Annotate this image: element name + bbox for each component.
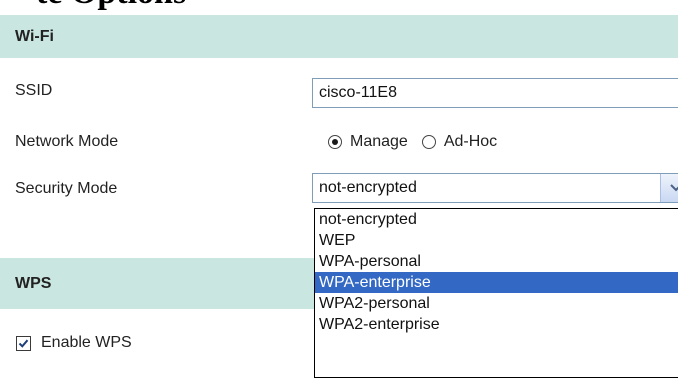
- enable-wps-label: Enable WPS: [41, 334, 132, 351]
- security-mode-select[interactable]: not-encrypted: [312, 173, 678, 203]
- network-mode-radio-group: Manage Ad-Hoc: [328, 130, 511, 154]
- manage-radio-label: Manage: [350, 133, 408, 150]
- chevron-down-icon[interactable]: [660, 174, 678, 202]
- security-mode-label: Security Mode: [15, 180, 118, 197]
- security-mode-selected-value: not-encrypted: [319, 179, 417, 196]
- wps-section-title: WPS: [15, 274, 52, 292]
- chevron-down-glyph: [670, 184, 678, 192]
- page-title-fragment: te Options: [36, 0, 186, 10]
- manage-radio[interactable]: [328, 135, 342, 149]
- wifi-section-title: Wi-Fi: [15, 27, 54, 45]
- adhoc-radio-label: Ad-Hoc: [443, 133, 498, 150]
- dropdown-option-wpa2-personal[interactable]: WPA2-personal: [315, 293, 678, 314]
- dropdown-option-wpa-enterprise[interactable]: WPA-enterprise: [315, 272, 678, 293]
- network-mode-adhoc-option[interactable]: Ad-Hoc: [421, 133, 498, 151]
- network-mode-label: Network Mode: [15, 133, 119, 150]
- dropdown-option-wpa2-enterprise[interactable]: WPA2-enterprise: [315, 314, 678, 335]
- dropdown-option-wep[interactable]: WEP: [315, 230, 678, 251]
- enable-wps-checkbox[interactable]: [16, 335, 31, 351]
- enable-wps-row[interactable]: Enable WPS: [16, 332, 132, 354]
- wifi-section-header: Wi-Fi: [0, 15, 678, 58]
- ssid-input[interactable]: cisco-11E8: [312, 78, 678, 108]
- dropdown-option-not-encrypted[interactable]: not-encrypted: [315, 209, 678, 230]
- check-icon: [18, 339, 29, 348]
- dropdown-option-wpa-personal[interactable]: WPA-personal: [315, 251, 678, 272]
- ssid-label: SSID: [15, 82, 53, 99]
- network-mode-manage-option[interactable]: Manage: [328, 133, 408, 151]
- adhoc-radio[interactable]: [421, 135, 436, 149]
- radio-selected-dot: [332, 139, 338, 145]
- security-mode-dropdown-list: not-encrypted WEP WPA-personal WPA-enter…: [314, 208, 678, 378]
